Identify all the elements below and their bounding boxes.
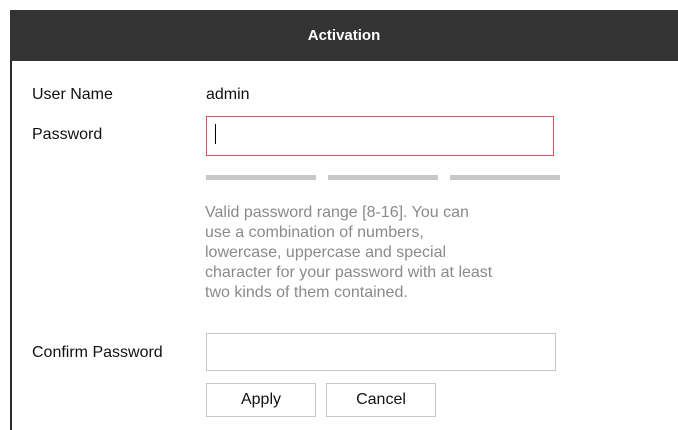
confirm-password-label: Confirm Password (32, 344, 163, 361)
password-hint-line: character for your password with at leas… (205, 264, 493, 281)
password-hint-line: lowercase, uppercase and special (205, 244, 447, 261)
cancel-button[interactable]: Cancel (326, 383, 436, 417)
username-value: admin (206, 86, 250, 103)
password-strength-segment-weak (206, 175, 316, 180)
apply-button[interactable]: Apply (206, 383, 316, 417)
password-strength-segment-strong (450, 175, 560, 180)
dialog-left-border (10, 60, 12, 430)
password-label: Password (32, 126, 103, 143)
password-hint-line: Valid password range [8-16]. You can (205, 204, 469, 221)
password-input[interactable] (206, 116, 554, 156)
password-strength-segment-medium (328, 175, 438, 180)
dialog-title: Activation (307, 27, 381, 44)
password-hint-line: use a combination of numbers, (205, 224, 424, 241)
text-caret (215, 124, 216, 144)
password-hint-line: two kinds of them contained. (205, 284, 408, 301)
confirm-password-input[interactable] (206, 333, 556, 371)
dialog-title-bar: Activation (10, 10, 678, 61)
username-label: User Name (32, 86, 113, 103)
password-hint: Valid password range [8-16]. You can use… (205, 203, 565, 303)
activation-dialog: Activation User Name admin Password Vali… (0, 0, 678, 430)
